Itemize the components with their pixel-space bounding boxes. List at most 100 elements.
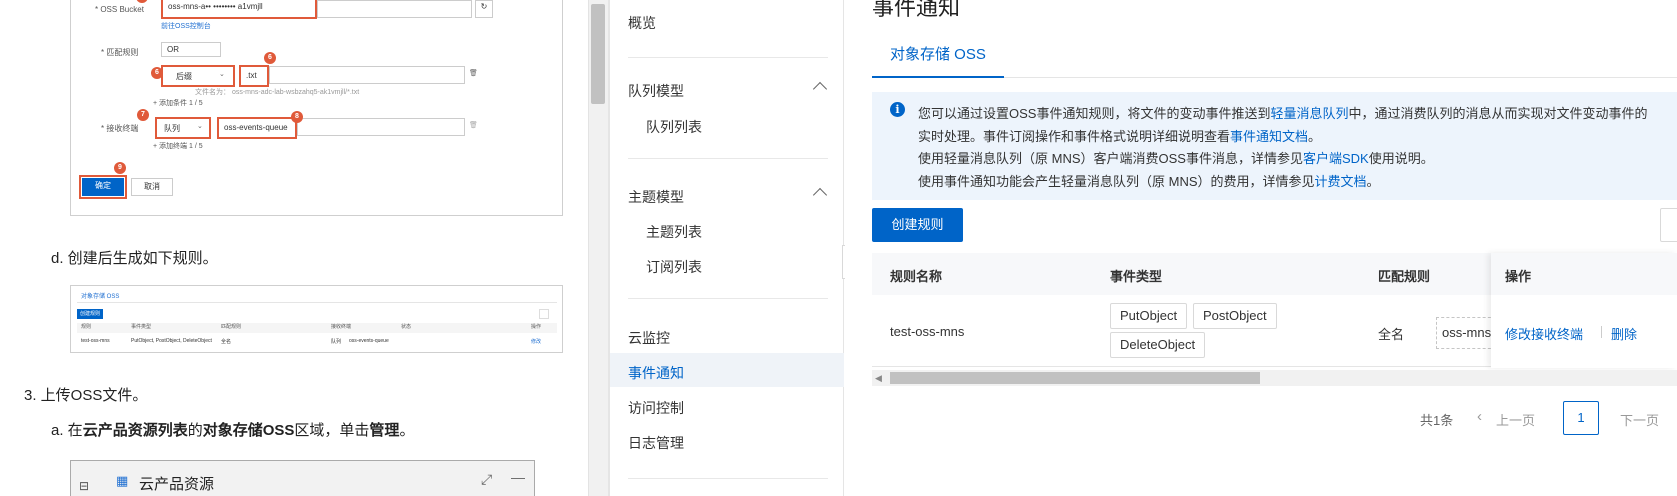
td-match-value: oss-mns- [1436,317,1496,349]
chevron-up-icon[interactable] [812,187,828,203]
th-event-type: 事件类型 [1110,269,1163,284]
doc-pane: * OSS Bucket oss-mns-a•• •••••••• a1vmjl… [0,0,590,496]
panel-icon: ⊟ [79,479,90,493]
notice-line-3: 使用轻量消息队列（原 MNS）客户端消费OSS事件消息，详情参见客户端SDK使用… [918,151,1434,166]
queue-value[interactable]: oss-events-queue [219,121,295,134]
create-rule-button[interactable]: 创建规则 [872,208,963,242]
grid-icon: ▦ [116,473,129,488]
thumb-refresh [539,309,549,319]
doc-scrollbar-thumb[interactable] [591,4,605,104]
console-sidebar: 概览 队列模型 队列列表 主题模型 主题列表 订阅列表 云监控 事件通知 访问控… [610,0,844,496]
goto-oss-console-link[interactable]: 前往OSS控制台 [161,21,211,31]
doc-step-d: d. 创建后生成如下规则。 [51,250,218,267]
notice-line-4: 使用事件通知功能会产生轻量消息队列（原 MNS）的费用，详情参见计费文档。 [918,174,1380,189]
queue-field-ext [297,118,465,136]
td-rule-name: test-oss-mns [890,324,965,339]
add-condition-link[interactable]: + 添加条件 1 / 5 [153,98,203,108]
sidebar-item-overview[interactable]: 概览 [628,13,656,33]
info-icon: i [890,102,905,117]
th-rule-name: 规则名称 [890,269,943,284]
thumb-tab: 对象存储 OSS [81,294,120,300]
thumb-td: oss-events-queue [349,338,389,344]
minimize-icon[interactable]: — [511,469,525,485]
trash-icon[interactable]: 🗑 [469,69,478,77]
divider [628,298,828,299]
thumb-th: 状态 [401,324,412,330]
thumb-td: 队列 [331,339,342,345]
step-badge: 8 [291,111,303,123]
link-event-doc[interactable]: 事件通知文档 [1230,129,1308,144]
receive-endpoint-label: * 接收终端 [101,124,139,133]
tab-oss[interactable]: 对象存储 OSS [872,42,1004,78]
trash-icon[interactable]: 🗑 [469,121,478,129]
link-separator [1601,326,1602,338]
oss-bucket-value: oss-mns-a•• •••••••• a1vmjll [163,0,313,13]
sidebar-group-queue-model[interactable]: 队列模型 [628,81,684,101]
event-tag: PostObject [1193,303,1277,329]
resources-title: 云产品资源 [139,476,215,493]
scroll-left-icon[interactable]: ◀ [875,372,887,384]
chevron-down-icon: ⌄ [219,71,225,78]
thumb-td: test-oss-mns [81,338,110,344]
doc-screenshot-resources: ⊟ ▦ 云产品资源 ⤢ — [70,460,535,496]
sidebar-item-topic-list[interactable]: 主题列表 [646,222,702,242]
th-match-rule: 匹配规则 [1378,269,1431,284]
step-badge: 9 [114,162,126,174]
thumb-th: 操作 [531,324,542,330]
cancel-button[interactable]: 取消 [131,178,173,196]
doc-screenshot-form: * OSS Bucket oss-mns-a•• •••••••• a1vmjl… [70,0,563,216]
suffix-value[interactable]: .txt [241,69,267,82]
sidebar-item-access-control[interactable]: 访问控制 [628,398,684,418]
step-badge: 7 [137,109,149,121]
sidebar-group-topic-model[interactable]: 主题模型 [628,187,684,207]
confirm-button[interactable]: 确定 [82,178,124,196]
sidebar-item-event-notification[interactable]: 事件通知 [628,363,684,383]
doc-screenshot-rules: 对象存储 OSS 创建规则 规则 事件类型 匹配规则 接收终端 状态 操作 te… [70,285,563,353]
thumb-td: 修改 [531,339,542,345]
event-tag: DeleteObject [1110,332,1206,358]
divider [628,478,828,479]
thumb-th: 规则 [81,324,92,330]
chevron-up-icon[interactable] [812,81,828,97]
expand-icon[interactable]: ⤢ [481,471,492,488]
chevron-down-icon: ⌄ [197,123,203,130]
match-or-select[interactable]: OR [161,42,221,57]
pagination-next[interactable]: 下一页 [1620,410,1659,429]
suffix-field-ext [269,66,465,84]
add-endpoint-link[interactable]: + 添加终端 1 / 5 [153,141,203,151]
td-match-type: 全名 [1378,327,1405,342]
chevron-left-icon[interactable]: ‹ [1477,408,1482,425]
sidebar-item-cloud-monitor[interactable]: 云监控 [628,328,670,348]
step-badge: 6 [264,52,276,64]
refresh-icon[interactable]: ↻ [475,0,493,18]
queue-select[interactable]: 队列 [159,121,199,136]
thumb-th: 事件类型 [131,324,152,330]
link-billing-doc[interactable]: 计费文档 [1315,174,1367,189]
table-hscrollbar-thumb[interactable] [890,372,1260,384]
sidebar-item-subscription-list[interactable]: 订阅列表 [646,257,702,277]
doc-step-a: a. 在云产品资源列表的对象存储OSS区域，单击管理。 [51,422,415,439]
link-lightweight-mq[interactable]: 轻量消息队列 [1270,106,1348,121]
edit-endpoint-link[interactable]: 修改接收终端 [1505,324,1583,343]
thumb-create-btn: 创建规则 [77,309,103,319]
event-tag: PutObject [1110,303,1188,329]
thumb-td: 全名 [221,339,232,345]
step-badge: 6 [151,67,163,79]
divider [628,57,828,58]
match-rule-label: * 匹配规则 [101,48,139,57]
notice-line-2: 实时处理。事件订阅操作和事件格式说明详细说明查看事件通知文档。 [918,129,1322,144]
oss-bucket-label: * OSS Bucket [95,5,144,14]
pagination-page[interactable]: 1 [1563,401,1599,435]
thumb-th: 接收终端 [331,324,352,330]
step-badge: 6 [136,0,148,3]
doc-step-3: 3. 上传OSS文件。 [24,387,148,404]
thumb-th: 匹配规则 [221,324,242,330]
page-title: 事件通知 [872,0,961,20]
refresh-button[interactable] [1660,208,1677,242]
delete-link[interactable]: 删除 [1611,324,1637,343]
notice-line-1: 您可以通过设置OSS事件通知规则，将文件的变动事件推送到轻量消息队列中，通过消费… [918,106,1648,121]
pagination-prev[interactable]: 上一页 [1496,410,1535,429]
sidebar-item-log-management[interactable]: 日志管理 [628,433,684,453]
link-client-sdk[interactable]: 客户端SDK [1303,151,1369,166]
sidebar-item-queue-list[interactable]: 队列列表 [646,117,702,137]
